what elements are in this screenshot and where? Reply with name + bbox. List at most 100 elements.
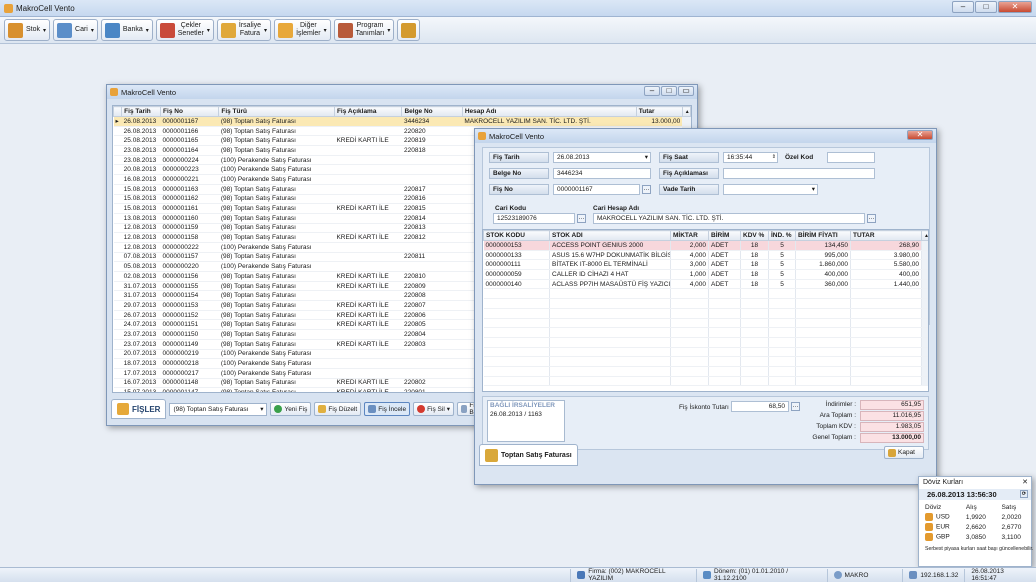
tab-fisler[interactable]: FİŞLER bbox=[111, 399, 167, 419]
table-cell[interactable]: 5 bbox=[768, 250, 796, 261]
scroll-track[interactable] bbox=[921, 269, 928, 280]
table-cell[interactable]: 5 bbox=[768, 240, 796, 251]
kapat-button[interactable]: Kapat bbox=[884, 446, 924, 459]
toolbar-button-2[interactable]: Banka ▾ bbox=[100, 19, 153, 41]
table-cell[interactable]: 400,000 bbox=[795, 269, 851, 280]
table-cell[interactable]: 0000000153 bbox=[483, 240, 550, 251]
table-cell[interactable]: BİTATEK IT-8000 EL TERMİNALİ bbox=[549, 259, 671, 271]
fatura-title-bar[interactable]: MakroCell Vento ✕ bbox=[475, 129, 936, 143]
table-cell[interactable]: 0000000111 bbox=[483, 259, 550, 271]
fis-aciklama-field[interactable] bbox=[723, 168, 875, 179]
scroll-track[interactable] bbox=[921, 366, 928, 377]
column-header[interactable]: Fiş Tarih bbox=[121, 106, 162, 117]
maximize-button[interactable]: ▭ bbox=[678, 86, 694, 96]
table-row[interactable] bbox=[483, 327, 928, 338]
toolbar-button-0[interactable]: Stok ▾ bbox=[4, 19, 51, 41]
toolbar-button-1[interactable]: Cari ▾ bbox=[53, 19, 98, 41]
fis-sil-button[interactable]: Fiş Sil ▾ bbox=[413, 402, 455, 416]
table-cell[interactable]: ACCESS POINT GENIUS 2000 bbox=[549, 240, 671, 251]
scroll-track[interactable] bbox=[921, 347, 928, 358]
table-row[interactable] bbox=[483, 347, 928, 358]
fis-tarih-field[interactable]: 26.08.2013 ▾ bbox=[553, 152, 651, 163]
close-button[interactable]: ✕ bbox=[907, 130, 933, 140]
scroll-track[interactable] bbox=[921, 356, 928, 367]
column-header[interactable]: STOK ADI bbox=[549, 230, 671, 241]
table-cell[interactable]: 4,000 bbox=[670, 250, 709, 261]
table-row[interactable]: ▸ 26.08.2013 0000001167 (98) Toptan Satış F… bbox=[113, 116, 691, 127]
refresh-icon[interactable]: ⟳ bbox=[1020, 490, 1028, 498]
iskonto-lookup-button[interactable]: … bbox=[791, 402, 800, 411]
table-cell[interactable]: 5 bbox=[768, 269, 796, 280]
table-row[interactable] bbox=[483, 308, 928, 319]
column-header[interactable]: Hesap Adı bbox=[461, 106, 637, 117]
table-cell[interactable]: 1.440,00 bbox=[850, 279, 922, 290]
restore-button[interactable]: □ bbox=[661, 86, 677, 96]
minimize-button[interactable]: – bbox=[952, 1, 974, 13]
table-cell[interactable]: 0000000140 bbox=[483, 279, 550, 290]
scroll-track[interactable] bbox=[921, 337, 928, 348]
column-header[interactable]: Fiş Açıklama bbox=[333, 106, 403, 117]
column-header[interactable]: BİRİM FİYATI bbox=[795, 230, 851, 241]
scroll-track[interactable] bbox=[921, 288, 928, 300]
cari-kodu-field[interactable]: 12523189076 bbox=[493, 213, 575, 224]
table-cell[interactable]: 3,000 bbox=[670, 259, 709, 271]
table-cell[interactable]: CALLER ID CİHAZI 4 HAT bbox=[549, 269, 671, 280]
toolbar-button-3[interactable]: Çekler Senetler ▾ bbox=[155, 19, 214, 41]
table-cell[interactable]: 0000000059 bbox=[483, 269, 550, 280]
fis-incele-button[interactable]: Fiş İncele bbox=[364, 402, 411, 416]
table-cell[interactable]: 18 bbox=[740, 250, 769, 261]
scroll-up-icon[interactable]: ▲ bbox=[681, 106, 691, 117]
table-cell[interactable]: 0000000133 bbox=[483, 250, 550, 261]
cari-hesap-field[interactable]: MAKROCELL YAZILIM SAN. TİC. LTD. ŞTİ. bbox=[593, 213, 865, 224]
column-header[interactable]: TUTAR bbox=[850, 230, 922, 241]
table-cell[interactable]: 18 bbox=[740, 240, 769, 251]
table-row[interactable]: 0000000133 ASUS 15.6 W7HP DOKUNMATİK BİLG… bbox=[483, 250, 928, 261]
table-cell[interactable]: ACLASS PP7IH MASAÜSTÜ FİŞ YAZICI USB bbox=[549, 279, 671, 290]
column-header[interactable]: Tutar bbox=[635, 106, 683, 117]
toolbar-button-5[interactable]: Diğer İşlemler ▾ bbox=[274, 19, 331, 41]
yeni-fis-button[interactable]: Yeni Fiş bbox=[270, 402, 312, 416]
table-cell[interactable]: 400,00 bbox=[850, 269, 922, 280]
vade-tarih-field[interactable]: ▾ bbox=[723, 184, 818, 195]
scroll-track[interactable] bbox=[921, 279, 928, 290]
table-cell[interactable]: ADET bbox=[708, 250, 741, 261]
column-header[interactable]: BİRİM bbox=[708, 230, 741, 241]
table-cell[interactable]: 1,000 bbox=[670, 269, 709, 280]
column-header[interactable]: Fiş Türü bbox=[218, 106, 335, 117]
tab-toptan-satis[interactable]: Toptan Satış Faturası bbox=[479, 444, 578, 466]
cari-kodu-lookup-button[interactable]: … bbox=[577, 214, 586, 223]
toolbar-button-7[interactable] bbox=[397, 19, 421, 41]
table-row[interactable] bbox=[483, 318, 928, 329]
fis-duzelt-button[interactable]: Fiş Düzelt bbox=[314, 402, 362, 416]
fisler-title-bar[interactable]: MakroCell Vento – □ ▭ bbox=[107, 85, 697, 99]
scroll-track[interactable] bbox=[921, 240, 928, 251]
toolbar-button-6[interactable]: Program Tanımları ▾ bbox=[333, 19, 395, 41]
fis-no-field[interactable]: 0000001167 bbox=[553, 184, 640, 195]
table-cell[interactable]: 5.580,00 bbox=[850, 259, 922, 271]
table-cell[interactable]: 268,90 bbox=[850, 240, 922, 251]
belge-no-field[interactable]: 3446234 bbox=[553, 168, 651, 179]
table-cell[interactable]: 5 bbox=[768, 259, 796, 271]
table-cell[interactable]: 1.860,000 bbox=[795, 259, 851, 271]
fis-no-lookup-button[interactable]: … bbox=[642, 185, 651, 194]
fis-type-select[interactable]: (98) Toptan Satış Faturası ▾ bbox=[169, 402, 268, 416]
column-header[interactable]: STOK KODU bbox=[483, 230, 550, 241]
table-row[interactable] bbox=[483, 337, 928, 348]
table-row[interactable] bbox=[483, 356, 928, 367]
column-header[interactable]: Fiş No bbox=[160, 106, 220, 117]
table-cell[interactable]: ADET bbox=[708, 259, 741, 271]
scroll-track[interactable] bbox=[921, 259, 928, 271]
table-cell[interactable]: 134,450 bbox=[795, 240, 851, 251]
table-cell[interactable]: 360,000 bbox=[795, 279, 851, 290]
table-row[interactable]: 0000000140 ACLASS PP7IH MASAÜSTÜ FİŞ YAZI… bbox=[483, 279, 928, 290]
cari-hesap-lookup-button[interactable]: … bbox=[867, 214, 876, 223]
column-header[interactable]: İND. % bbox=[768, 230, 796, 241]
table-row[interactable]: 0000000153 ACCESS POINT GENIUS 2000 2,000 A… bbox=[483, 240, 928, 251]
table-cell[interactable]: 18 bbox=[740, 259, 769, 271]
bagli-irsaliye-item[interactable]: 26.08.2013 / 1163 bbox=[488, 410, 564, 419]
table-cell[interactable]: 18 bbox=[740, 279, 769, 290]
close-icon[interactable]: ✕ bbox=[1022, 478, 1028, 486]
scroll-track[interactable] bbox=[921, 250, 928, 261]
table-row[interactable]: 0000000059 CALLER ID CİHAZI 4 HAT 1,000 ADE… bbox=[483, 269, 928, 280]
column-header[interactable]: KDV % bbox=[740, 230, 769, 241]
